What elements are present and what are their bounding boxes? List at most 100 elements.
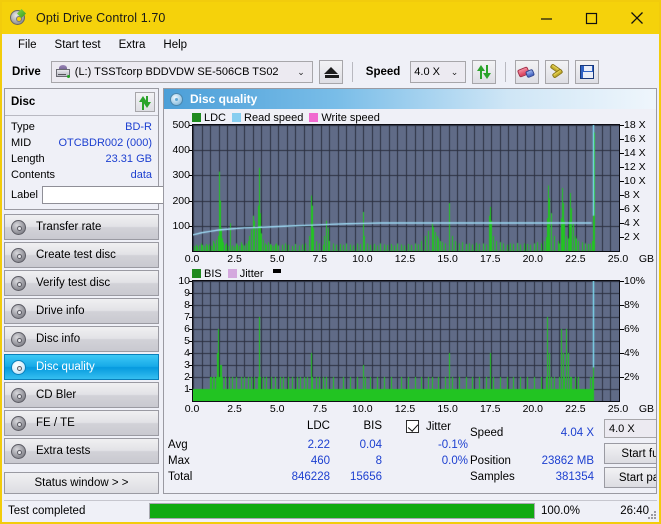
erase-button[interactable] — [515, 60, 540, 84]
disc-row-length: Length 23.31 GB — [11, 151, 152, 167]
stats-max-ldc: 460 — [310, 455, 330, 467]
wrench-icon — [549, 63, 565, 80]
stats-col-ldc: LDC — [306, 420, 330, 432]
x-tick-label: 7.5 — [312, 253, 328, 265]
toolbar-divider-2 — [505, 62, 507, 82]
resize-grip-icon[interactable] — [646, 509, 656, 519]
disc-icon — [11, 415, 26, 431]
x-tick-label: 2.5 — [227, 403, 242, 415]
disc-icon — [170, 92, 183, 106]
sidebar-item-transfer-rate[interactable]: Transfer rate — [4, 214, 159, 240]
legend-swatch-bis — [192, 269, 201, 278]
sidebar: Disc Type BD-R MID OTCBDR002 (000) Lengt… — [4, 88, 245, 494]
legend-item-jitter: Jitter — [227, 268, 264, 280]
legend-swatch-write-speed — [309, 113, 319, 122]
ldc-chart: LDC Read speed Write speed 100 200 300 400 5… — [164, 111, 656, 267]
app-window: Opti Drive Control 1.70 File Start test … — [0, 0, 661, 524]
legend-swatch-jitter — [227, 269, 237, 278]
legend-label-ldc: LDC — [204, 111, 227, 124]
y2-tick-mark — [620, 237, 624, 238]
jitter-checkbox[interactable] — [406, 420, 419, 433]
speed-select[interactable]: 4.0 X ⌄ — [410, 61, 467, 83]
disc-icon — [11, 219, 26, 235]
sidebar-item-drive-info[interactable]: Drive info — [4, 298, 159, 324]
sidebar-item-extra-tests[interactable]: Extra tests — [4, 438, 159, 464]
menu-bar: File Start test Extra Help — [2, 34, 659, 56]
jitter-label: Jitter — [426, 421, 451, 433]
sidebar-spacer — [4, 464, 159, 466]
minimize-button[interactable] — [524, 2, 569, 34]
start-part-button[interactable]: Start part — [604, 467, 656, 488]
ldc-x-axis: 0.0 2.5 5.0 7.5 10.0 12.5 15.0 17.5 20.0 22.5 25.0… — [185, 252, 654, 267]
y2-tick-mark — [620, 377, 624, 378]
disc-row-type: Type BD-R — [11, 119, 152, 135]
disc-icon — [11, 275, 26, 291]
disc-refresh-button[interactable] — [135, 92, 155, 112]
y-tick-label: 500 — [172, 119, 190, 131]
stats-total-bis: 15656 — [350, 471, 382, 483]
refresh-button[interactable] — [472, 60, 497, 84]
app-disc-icon — [10, 9, 28, 27]
sidebar-item-label: Extra tests — [36, 445, 91, 457]
bis-canvas — [193, 281, 619, 401]
y-tick-label: 200 — [172, 194, 190, 207]
ldc-y-axis: 100 200 300 400 500 — [164, 119, 193, 252]
menu-start-test[interactable]: Start test — [47, 35, 109, 55]
y2-tick-label: 6 X — [624, 203, 640, 215]
x-tick-label: 10.0 — [352, 403, 373, 415]
menu-extra[interactable]: Extra — [111, 35, 154, 55]
disc-icon — [11, 247, 26, 263]
menu-file[interactable]: File — [10, 35, 45, 55]
bis-plot-area — [192, 280, 620, 402]
disc-panel: Disc Type BD-R MID OTCBDR002 (000) Lengt… — [4, 88, 245, 210]
sidebar-item-create-test-disc[interactable]: Create test disc — [4, 242, 159, 268]
title-bar: Opti Drive Control 1.70 — [2, 2, 659, 34]
sidebar-item-disc-info[interactable]: Disc info — [4, 326, 159, 352]
x-tick-label: 10.0 — [352, 253, 373, 265]
ldc-plot-area — [192, 124, 620, 252]
disc-panel-header: Disc — [5, 89, 158, 116]
y2-tick-mark — [620, 223, 624, 224]
y2-tick-label: 2% — [624, 371, 640, 383]
x-tick-label: 5.0 — [269, 403, 285, 415]
x-tick-label: 5.0 — [269, 253, 285, 265]
test-speed-select[interactable]: 4.0 X ⌄ — [604, 419, 656, 438]
window-title: Opti Drive Control 1.70 — [36, 11, 166, 25]
sidebar-item-verify-test-disc[interactable]: Verify test disc — [4, 270, 159, 296]
legend-label-read-speed: Read speed — [244, 111, 304, 124]
sidebar-item-label: CD Bler — [36, 389, 77, 401]
start-full-button[interactable]: Start full — [604, 443, 656, 464]
status-window-button[interactable]: Status window > > — [4, 472, 159, 494]
speed-stat-value: 4.04 X — [560, 427, 594, 439]
sidebar-item-cd-bler[interactable]: CD Bler — [4, 382, 159, 408]
stats-row-max-label: Max — [168, 455, 190, 467]
y2-tick-label: 8% — [624, 299, 640, 311]
drive-select[interactable]: (L:) TSSTcorp BDDVDW SE-506CB TS02 ⌄ — [50, 61, 313, 83]
y2-tick-mark — [620, 195, 624, 196]
x-axis-unit-label: GB — [638, 253, 654, 265]
close-button[interactable] — [614, 2, 659, 34]
position-stat-label: Position — [470, 455, 511, 467]
y2-tick-mark — [620, 125, 624, 126]
window-controls — [524, 2, 659, 34]
save-icon — [580, 65, 595, 79]
menu-help[interactable]: Help — [155, 35, 195, 55]
x-tick-label: 22.5 — [565, 403, 586, 415]
eject-button[interactable] — [318, 60, 343, 84]
tools-button[interactable] — [545, 60, 570, 84]
stats-avg-jitter: -0.1% — [437, 439, 468, 451]
sidebar-item-fe-te[interactable]: FE / TE — [4, 410, 159, 436]
stats-max-bis: 8 — [375, 455, 382, 467]
sidebar-item-disc-quality[interactable]: Disc quality — [4, 354, 159, 380]
legend-swatch-ldc — [192, 113, 201, 122]
x-tick-label: 2.5 — [227, 253, 242, 265]
disc-row-contents-key: Contents — [11, 169, 56, 181]
bis-chart: BIS Jitter 1 2 3 4 5 6 7 8 9 10 2% 4% 6% 8% 1 — [164, 267, 656, 417]
legend-item-read-speed: Read speed — [232, 112, 303, 124]
save-button[interactable] — [575, 60, 600, 84]
y2-tick-mark — [620, 139, 624, 140]
stats-max-jitter: 0.0% — [441, 455, 468, 467]
stats-col-bis: BIS — [363, 420, 382, 432]
x-tick-label: 15.0 — [437, 403, 458, 415]
maximize-button[interactable] — [569, 2, 614, 34]
